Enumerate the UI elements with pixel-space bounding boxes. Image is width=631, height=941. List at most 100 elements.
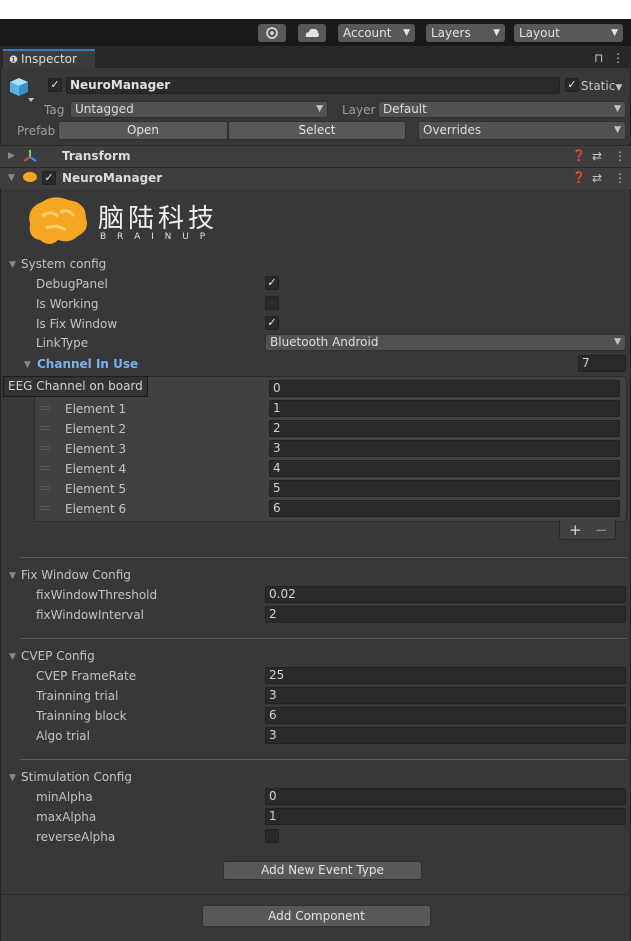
list-element-input[interactable]: 5 [269,480,620,497]
object-name-input[interactable]: NeuroManager [66,77,560,94]
foldout-down-icon[interactable]: ▼ [24,360,31,370]
account-label: Account [343,26,392,40]
help-icon[interactable]: ❓ [572,170,586,186]
stimulation-config-title[interactable]: Stimulation Config [21,769,132,785]
list-element-label: Element 1 [65,402,127,416]
list-element-label: Element 5 [65,482,127,496]
kebab-menu-icon[interactable]: ⋮ [612,50,624,66]
kebab-menu-icon[interactable]: ⋮ [614,148,626,164]
cloud-icon[interactable] [298,24,326,42]
tooltip: EEG Channel on board [3,376,148,397]
drag-handle-icon[interactable] [40,446,50,450]
fix-window-threshold-label: fixWindowThreshold [36,588,158,602]
debug-panel-label: DebugPanel [36,277,108,291]
neuromanager-title: NeuroManager [62,171,163,185]
reverse-alpha-checkbox[interactable] [265,829,279,843]
section-separator [20,638,627,639]
add-new-event-type-button[interactable]: Add New Event Type [223,861,422,880]
min-alpha-label: minAlpha [36,790,93,804]
tab-inspector[interactable]: ❶ Inspector [3,49,95,68]
tag-value: Untagged [75,102,134,116]
chevron-down-icon: ▼ [493,28,500,38]
chevron-down-icon: ▼ [614,125,621,135]
layer-label: Layer [342,103,376,117]
active-checkbox[interactable]: ✓ [48,78,62,92]
link-type-dropdown[interactable]: Bluetooth Android ▼ [265,334,626,351]
foldout-down-icon[interactable]: ▼ [9,652,16,662]
list-element-input[interactable]: 0 [269,380,620,397]
collab-icon[interactable] [258,24,286,42]
drag-handle-icon[interactable] [40,406,50,410]
trainning-trial-label: Trainning trial [36,689,119,703]
kebab-menu-icon[interactable]: ⋮ [614,170,626,186]
chevron-down-icon: ▼ [403,28,410,38]
is-fix-window-checkbox[interactable]: ✓ [265,316,279,330]
gameobject-icon [8,76,34,107]
trainning-trial-input[interactable]: 3 [265,687,626,704]
static-label[interactable]: Static▼ [581,78,622,96]
layer-dropdown[interactable]: Default ▼ [378,101,626,118]
foldout-down-icon[interactable]: ▼ [9,571,16,581]
list-element-input[interactable]: 6 [269,500,620,517]
layout-label: Layout [519,26,560,40]
overrides-dropdown[interactable]: Overrides ▼ [418,121,626,140]
max-alpha-label: maxAlpha [36,810,97,824]
foldout-right-icon[interactable]: ▶ [8,151,15,161]
presets-icon[interactable]: ⇄ [592,170,602,186]
is-working-label: Is Working [36,297,99,311]
fix-window-config-title[interactable]: Fix Window Config [21,567,131,583]
system-config-title[interactable]: System config [21,256,106,272]
add-component-button[interactable]: Add Component [202,905,431,927]
tab-label: Inspector [20,52,77,66]
layers-dropdown[interactable]: Layers ▼ [426,24,505,42]
info-icon: ❶ [9,55,18,66]
static-text: Static [581,79,616,93]
account-dropdown[interactable]: Account ▼ [338,24,415,42]
brand-chinese-name: 脑陆科技 [98,204,219,234]
help-icon[interactable]: ❓ [572,148,586,164]
min-alpha-input[interactable]: 0 [265,788,626,805]
chevron-down-icon: ▼ [615,83,623,93]
list-element-input[interactable]: 3 [269,440,620,457]
tag-dropdown[interactable]: Untagged ▼ [70,101,328,118]
drag-handle-icon[interactable] [40,426,50,430]
static-checkbox[interactable]: ✓ [565,78,579,92]
cvep-config-title[interactable]: CVEP Config [21,648,95,664]
fix-window-interval-input[interactable]: 2 [265,606,626,623]
list-element-label: Element 3 [65,442,127,456]
drag-handle-icon[interactable] [40,466,50,470]
debug-panel-checkbox[interactable]: ✓ [265,276,279,290]
overrides-value: Overrides [423,123,482,137]
drag-handle-icon[interactable] [40,486,50,490]
channel-in-use-label[interactable]: Channel In Use [37,356,138,372]
foldout-down-icon[interactable]: ▼ [9,773,16,783]
cvep-frame-rate-input[interactable]: 25 [265,667,626,684]
list-element-label: Element 6 [65,502,127,516]
lock-icon[interactable]: ⊓ [594,50,603,66]
cvep-frame-rate-label: CVEP FrameRate [36,669,137,683]
prefab-select-button[interactable]: Select [228,121,406,140]
layout-dropdown[interactable]: Layout ▼ [514,24,623,42]
presets-icon[interactable]: ⇄ [592,148,602,164]
list-element-label: Element 2 [65,422,127,436]
list-element-input[interactable]: 4 [269,460,620,477]
is-working-checkbox[interactable] [265,296,279,310]
algo-trial-input[interactable]: 3 [265,727,626,744]
prefab-open-button[interactable]: Open [58,121,228,140]
component-enabled-checkbox[interactable]: ✓ [42,171,56,185]
divider [0,894,631,895]
max-alpha-input[interactable]: 1 [265,808,626,825]
link-type-label: LinkType [36,336,89,350]
list-element-input[interactable]: 2 [269,420,620,437]
fix-window-threshold-input[interactable]: 0.02 [265,586,626,603]
section-separator [20,557,627,558]
list-element-input[interactable]: 1 [269,400,620,417]
foldout-down-icon[interactable]: ▼ [9,260,16,270]
foldout-down-icon[interactable]: ▼ [8,173,15,183]
add-element-button[interactable]: + [569,522,582,538]
trainning-block-input[interactable]: 6 [265,707,626,724]
remove-element-button[interactable]: − [595,522,608,538]
drag-handle-icon[interactable] [40,506,50,510]
channel-count-input[interactable]: 7 [578,355,626,372]
reverse-alpha-label: reverseAlpha [36,830,116,844]
